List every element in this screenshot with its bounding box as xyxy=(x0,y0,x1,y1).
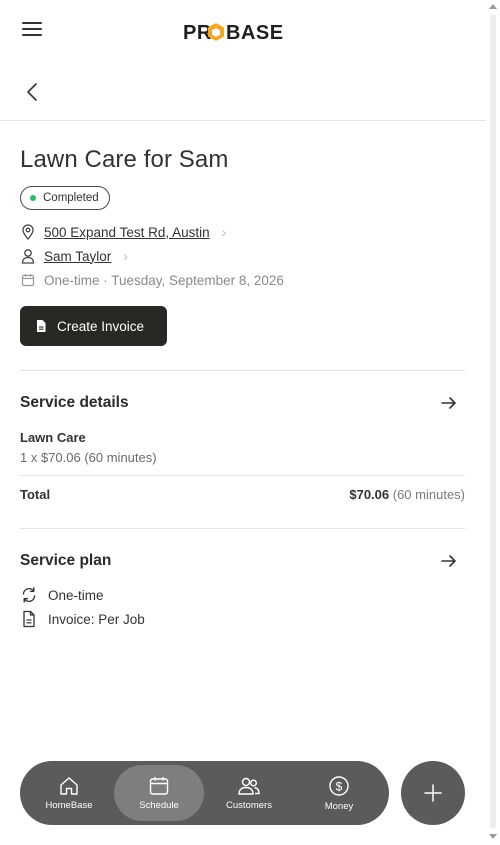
hamburger-menu-icon[interactable] xyxy=(22,22,42,40)
total-value: $70.06 (60 minutes) xyxy=(349,487,465,502)
repeat-icon xyxy=(20,586,38,604)
svg-text:PR: PR xyxy=(183,22,212,44)
nav-item-homebase[interactable]: HomeBase xyxy=(24,765,114,821)
nav-label: Schedule xyxy=(139,799,179,811)
section-divider xyxy=(20,370,465,371)
arrow-right-icon[interactable] xyxy=(440,395,458,411)
document-icon xyxy=(34,319,48,333)
nav-item-customers[interactable]: Customers xyxy=(204,765,294,821)
plan-invoice: Invoice: Per Job xyxy=(48,611,145,627)
plan-frequency: One-time xyxy=(48,587,104,603)
service-item-name: Lawn Care xyxy=(20,430,86,445)
schedule-row: One-time · Tuesday, September 8, 2026 xyxy=(20,270,284,290)
total-divider xyxy=(20,475,465,476)
back-chevron-icon[interactable] xyxy=(22,80,44,104)
schedule-text: One-time · Tuesday, September 8, 2026 xyxy=(44,272,284,288)
customer-link[interactable]: Sam Taylor xyxy=(44,249,111,264)
address-row[interactable]: 500 Expand Test Rd, Austin › xyxy=(20,222,226,242)
svg-text:$: $ xyxy=(336,779,343,793)
customer-row[interactable]: Sam Taylor › xyxy=(20,246,128,266)
create-invoice-label: Create Invoice xyxy=(57,318,145,334)
total-label: Total xyxy=(20,487,51,502)
total-duration: (60 minutes) xyxy=(392,487,465,502)
arrow-right-icon[interactable] xyxy=(440,553,458,569)
chevron-right-icon: › xyxy=(123,248,128,264)
nav-label: Money xyxy=(324,800,354,812)
nav-item-money[interactable]: $ Money xyxy=(294,765,384,821)
section-divider xyxy=(20,528,465,529)
header-divider xyxy=(0,120,486,121)
calendar-icon xyxy=(149,776,169,795)
nav-label: HomeBase xyxy=(45,799,93,811)
create-invoice-button[interactable]: Create Invoice xyxy=(20,306,167,346)
plan-invoice-row: Invoice: Per Job xyxy=(20,609,145,629)
address-link[interactable]: 500 Expand Test Rd, Austin xyxy=(44,225,210,240)
service-plan-title: Service plan xyxy=(20,552,112,569)
nav-item-schedule[interactable]: Schedule xyxy=(114,765,204,821)
scroll-down-arrow-icon[interactable] xyxy=(489,834,497,839)
invoice-document-icon xyxy=(20,610,38,628)
plus-icon xyxy=(424,784,442,802)
page-title: Lawn Care for Sam xyxy=(20,146,229,173)
dollar-icon: $ xyxy=(329,775,349,796)
plan-frequency-row: One-time xyxy=(20,585,104,605)
total-amount: $70.06 xyxy=(349,487,390,502)
vertical-scrollbar[interactable] xyxy=(486,0,500,845)
home-icon xyxy=(60,776,78,795)
add-button[interactable] xyxy=(401,761,465,825)
top-bar: PR BASE xyxy=(0,0,486,62)
calendar-icon xyxy=(20,272,36,288)
users-icon xyxy=(238,777,260,795)
status-dot xyxy=(30,195,36,201)
svg-text:BASE: BASE xyxy=(226,22,284,44)
bottom-nav: HomeBase Schedule Customers $ Money xyxy=(20,761,389,825)
status-badge: Completed xyxy=(20,186,110,210)
status-label: Completed xyxy=(43,192,99,204)
person-icon xyxy=(20,248,36,264)
service-item-detail: 1 x $70.06 (60 minutes) xyxy=(20,450,157,465)
location-pin-icon xyxy=(20,224,36,240)
scroll-up-arrow-icon[interactable] xyxy=(489,4,497,9)
service-details-title: Service details xyxy=(20,394,129,411)
nav-label: Customers xyxy=(226,799,272,811)
chevron-right-icon: › xyxy=(221,224,227,240)
probase-logo: PR BASE xyxy=(183,22,284,44)
scrollbar-thumb[interactable] xyxy=(490,14,496,829)
